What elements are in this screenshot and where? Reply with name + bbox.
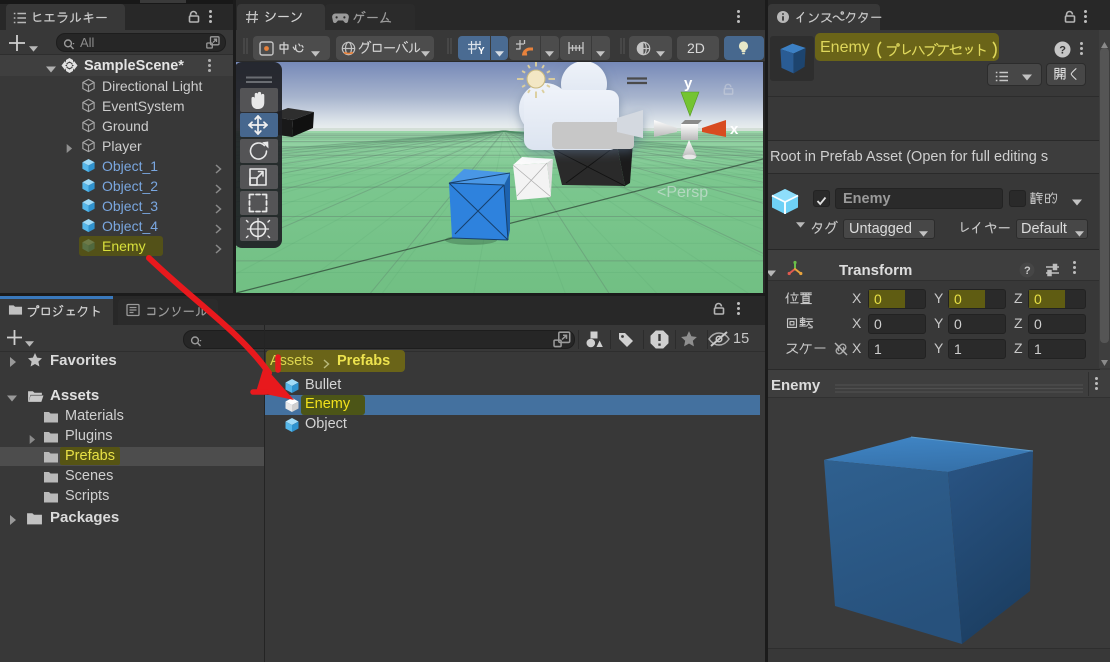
- svg-text:x: x: [730, 121, 739, 138]
- svg-text:?: ?: [1024, 265, 1031, 277]
- svg-text:y: y: [684, 75, 693, 92]
- svg-text:?: ?: [1059, 45, 1066, 57]
